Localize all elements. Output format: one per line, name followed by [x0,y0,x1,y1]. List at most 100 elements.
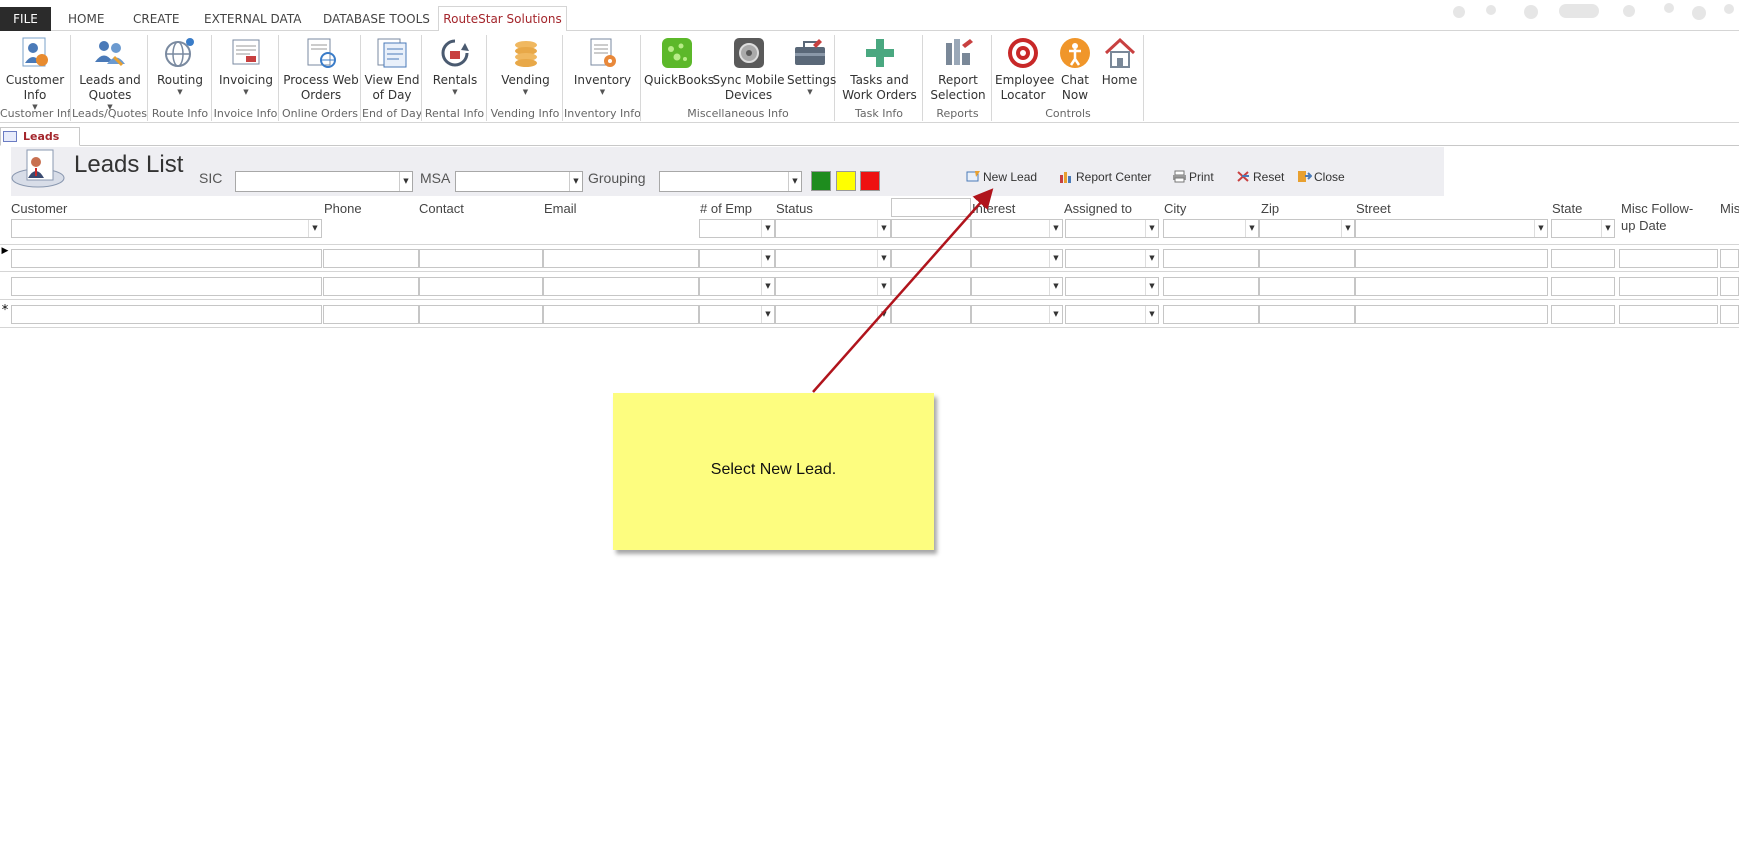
chevron-down-icon[interactable]: ▼ [761,278,774,295]
report-selection-button[interactable]: Report Selection [926,35,990,103]
row2-cell-contact[interactable] [419,277,543,296]
filter-field-state[interactable]: ▼ [1551,219,1615,238]
close-button[interactable]: Close [1297,168,1345,186]
tasks-and-work-orders-button[interactable]: Tasks and Work Orders [838,35,921,103]
chat-now-button[interactable]: Chat Now [1053,35,1097,103]
filter-field-street[interactable]: ▼ [1355,219,1548,238]
home-button[interactable]: Home [1097,35,1142,103]
row1-cell-zip[interactable] [1259,249,1355,268]
chevron-down-icon[interactable]: ▼ [1049,220,1062,237]
chevron-down-icon[interactable]: ▼ [877,278,890,295]
row1-cell-interest[interactable]: ▼ [971,249,1063,268]
invoicing-button[interactable]: Invoicing ▼ [215,35,277,103]
chevron-down-icon[interactable]: ▼ [1049,306,1062,323]
row3-cell-contact[interactable] [419,305,543,324]
chevron-down-icon[interactable]: ▼ [399,172,412,191]
filter-field-assigned-to[interactable]: ▼ [1065,219,1159,238]
tab-file[interactable]: FILE [0,7,51,31]
employee-locator-button[interactable]: Employee Locator [995,35,1054,103]
row1-cell-contact[interactable] [419,249,543,268]
row1-cell-state[interactable] [1551,249,1615,268]
settings-button[interactable]: Settings ▼ [787,35,836,103]
view-end-of-day-button[interactable]: View End of Day [364,35,420,103]
row3-cell-score[interactable] [891,305,971,324]
row1-cell-misc[interactable] [1720,249,1739,268]
row2-cell-customer[interactable] [11,277,322,296]
row1-cell-phone[interactable] [323,249,419,268]
quickbooks-button[interactable]: QuickBooks [644,35,714,103]
chevron-down-icon[interactable]: ▼ [877,220,890,237]
chevron-down-icon[interactable]: ▼ [761,220,774,237]
reset-button[interactable]: Reset [1236,168,1284,186]
tab-create[interactable]: CREATE [129,7,184,31]
row1-cell-misc-follow-up[interactable] [1619,249,1718,268]
filter-field-score[interactable] [891,198,971,217]
sic-combo[interactable]: ▼ [235,171,413,192]
row2-cell-street[interactable] [1355,277,1548,296]
tab-leads-list[interactable]: Leads List [0,127,80,160]
chevron-down-icon[interactable]: ▼ [1145,278,1158,295]
row2-cell-zip[interactable] [1259,277,1355,296]
row3-cell-customer[interactable] [11,305,322,324]
row2-cell-state[interactable] [1551,277,1615,296]
chevron-down-icon[interactable]: ▼ [761,306,774,323]
row2-cell-num-emp[interactable]: ▼ [699,277,775,296]
report-center-button[interactable]: Report Center [1059,168,1151,186]
filter-field-lower-score[interactable] [891,219,971,238]
row2-cell-misc-follow-up[interactable] [1619,277,1718,296]
chevron-down-icon[interactable]: ▼ [877,250,890,267]
chevron-down-icon[interactable]: ▼ [1145,220,1158,237]
row1-cell-assigned-to[interactable]: ▼ [1065,249,1159,268]
row3-cell-misc-follow-up[interactable] [1619,305,1718,324]
filter-field-zip[interactable]: ▼ [1259,219,1355,238]
row1-cell-status[interactable]: ▼ [775,249,891,268]
sync-mobile-devices-button[interactable]: Sync Mobile Devices [712,35,785,103]
chevron-down-icon[interactable]: ▼ [1049,278,1062,295]
chevron-down-icon[interactable]: ▼ [1534,220,1547,237]
row3-cell-num-emp[interactable]: ▼ [699,305,775,324]
row1-cell-street[interactable] [1355,249,1548,268]
filter-field-customer[interactable]: ▼ [11,219,322,238]
row1-cell-city[interactable] [1163,249,1259,268]
row2-cell-assigned-to[interactable]: ▼ [1065,277,1159,296]
chevron-down-icon[interactable]: ▼ [1601,220,1614,237]
row2-cell-city[interactable] [1163,277,1259,296]
filter-field-city[interactable]: ▼ [1163,219,1259,238]
tab-external-data[interactable]: EXTERNAL DATA [200,7,305,31]
row3-cell-phone[interactable] [323,305,419,324]
row1-cell-customer[interactable] [11,249,322,268]
chevron-down-icon[interactable]: ▼ [308,220,321,237]
row2-cell-score[interactable] [891,277,971,296]
row3-cell-street[interactable] [1355,305,1548,324]
row3-cell-city[interactable] [1163,305,1259,324]
row3-cell-zip[interactable] [1259,305,1355,324]
chevron-down-icon[interactable]: ▼ [1145,306,1158,323]
red-filter-button[interactable] [860,171,880,191]
inventory-button[interactable]: Inventory ▼ [566,35,639,103]
chevron-down-icon[interactable]: ▼ [877,306,890,323]
tab-database-tools[interactable]: DATABASE TOOLS [319,7,434,31]
chevron-down-icon[interactable]: ▼ [569,172,582,191]
new-lead-button[interactable]: New Lead [966,168,1037,186]
yellow-filter-button[interactable] [836,171,856,191]
row3-cell-email[interactable] [543,305,699,324]
row3-cell-state[interactable] [1551,305,1615,324]
vending-button[interactable]: Vending ▼ [490,35,561,103]
chevron-down-icon[interactable]: ▼ [1341,220,1354,237]
chevron-down-icon[interactable]: ▼ [761,250,774,267]
chevron-down-icon[interactable]: ▼ [788,172,801,191]
msa-combo[interactable]: ▼ [455,171,583,192]
tab-routestar-solutions[interactable]: RouteStar Solutions [438,6,567,32]
tab-home[interactable]: HOME [64,7,108,31]
row2-cell-interest[interactable]: ▼ [971,277,1063,296]
chevron-down-icon[interactable]: ▼ [1049,250,1062,267]
row2-cell-misc[interactable] [1720,277,1739,296]
routing-button[interactable]: Routing ▼ [151,35,209,103]
leads-and-quotes-button[interactable]: Leads and Quotes ▼ [74,35,146,111]
chevron-down-icon[interactable]: ▼ [1245,220,1258,237]
row2-cell-email[interactable] [543,277,699,296]
row3-cell-misc[interactable] [1720,305,1739,324]
row2-cell-status[interactable]: ▼ [775,277,891,296]
row1-cell-score[interactable] [891,249,971,268]
green-filter-button[interactable] [811,171,831,191]
